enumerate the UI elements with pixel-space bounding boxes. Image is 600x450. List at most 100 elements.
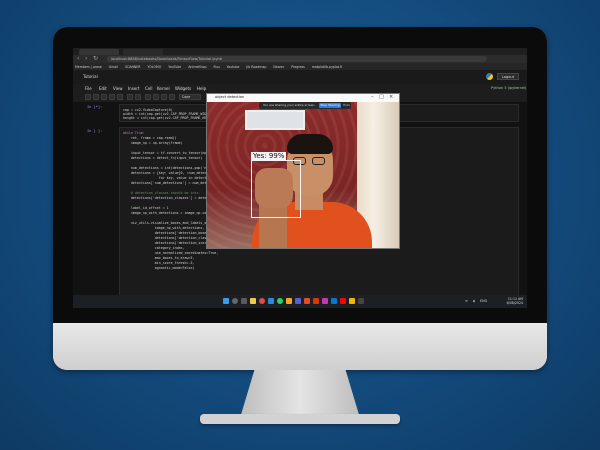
app-icon[interactable] <box>322 298 328 304</box>
detection-bounding-box <box>251 160 301 218</box>
logout-button[interactable]: Logout <box>497 73 519 80</box>
vscode-icon[interactable] <box>331 298 337 304</box>
bookmark-item[interactable]: SCANNER <box>125 65 140 69</box>
paste-icon[interactable] <box>117 94 123 100</box>
bookmark-item[interactable]: YouTube <box>168 65 181 69</box>
bookmark-item[interactable]: Ruu <box>214 65 220 69</box>
code-line: category_index, <box>123 246 185 250</box>
person-hair <box>287 134 333 154</box>
file-explorer-icon[interactable] <box>250 298 256 304</box>
teams-icon[interactable] <box>295 298 301 304</box>
clock-date: 6/08/2024 <box>506 301 523 305</box>
jupyter-icon[interactable] <box>349 298 355 304</box>
bookmark-item[interactable]: Youtube <box>227 65 240 69</box>
kernel-indicator[interactable]: Python 3 (ipykernel) <box>491 86 526 90</box>
back-icon[interactable]: ‹ <box>77 56 79 62</box>
code-line: label_id_offset = 1 <box>123 206 169 210</box>
jupyter-menu-bar: File Edit View Insert Cell Kernel Widget… <box>73 84 527 93</box>
monitor-chin <box>53 323 547 370</box>
move-up-icon[interactable] <box>127 94 133 100</box>
volume-icon[interactable]: ◖ <box>473 299 475 303</box>
code-line: image_np = np.array(frame) <box>123 141 183 145</box>
stop-icon[interactable] <box>153 94 159 100</box>
screen-share-banner: You are sharing your entire screen. Stop… <box>259 102 351 109</box>
menu-insert[interactable]: Insert <box>128 86 139 91</box>
menu-view[interactable]: View <box>113 86 123 91</box>
search-icon[interactable] <box>232 298 238 304</box>
edge-icon[interactable] <box>268 298 274 304</box>
bookmark-item[interactable]: Gmail <box>109 65 118 69</box>
save-icon[interactable] <box>85 94 91 100</box>
cell-prompt: In [*]: <box>87 105 103 109</box>
notebook-title[interactable]: Tutorial <box>83 74 98 79</box>
detection-label: Yes: 99% <box>251 152 287 160</box>
detection-window[interactable]: object detection – □ × Yes: 99% You are … <box>206 93 400 249</box>
taskbar: ≋ ◖ ENG 11:11 AM 6/08/2024 <box>73 295 527 308</box>
copy-icon[interactable] <box>109 94 115 100</box>
wifi-icon[interactable]: ≋ <box>465 299 468 303</box>
maximize-icon[interactable]: □ <box>379 94 384 101</box>
window-title: object detection <box>215 95 245 99</box>
bookmark-item[interactable]: matplotlib.pyplot.fi <box>312 65 342 69</box>
hide-button[interactable]: Hide <box>343 103 350 107</box>
python-logo-icon <box>486 73 493 80</box>
cell-type-select[interactable]: Code <box>179 94 201 100</box>
youtube-icon[interactable] <box>340 298 346 304</box>
menu-widgets[interactable]: Widgets <box>175 86 191 91</box>
language-indicator[interactable]: ENG <box>480 299 487 303</box>
code-line: height = int(cap.get(cv2.CAP_PROP_FRAME_… <box>123 116 219 120</box>
reload-icon[interactable]: ↻ <box>93 56 98 62</box>
url-input[interactable]: localhost:8888/notebooks/Downloads/Tenso… <box>107 56 487 62</box>
close-icon[interactable]: × <box>389 94 393 101</box>
jupyter-header: Tutorial Logout <box>73 70 527 84</box>
code-line: use_normalized_coordinates=True, <box>123 251 219 255</box>
cut-icon[interactable] <box>101 94 107 100</box>
monitor-stand-base <box>200 414 400 424</box>
start-icon[interactable] <box>223 298 229 304</box>
browser-tab-bar <box>73 48 527 55</box>
cell-prompt: In [ ]: <box>87 129 103 133</box>
restart-icon[interactable] <box>161 94 167 100</box>
monitor-stand <box>240 370 360 418</box>
screen: ‹ › ↻ localhost:8888/notebooks/Downloads… <box>73 48 527 308</box>
fast-forward-icon[interactable] <box>169 94 175 100</box>
address-bar-row: ‹ › ↻ localhost:8888/notebooks/Downloads… <box>73 55 527 63</box>
menu-file[interactable]: File <box>85 86 92 91</box>
code-line: min_score_thresh=.5, <box>123 261 195 265</box>
code-line: detections['detection_scores'], <box>123 241 217 245</box>
bookmark-item[interactable]: Jib Roadmap <box>246 65 266 69</box>
terminal-icon[interactable] <box>358 298 364 304</box>
code-line: image_np_with_detections = image_np.copy… <box>123 211 215 215</box>
webcam-feed: Yes: 99% <box>207 102 399 248</box>
bookmark-item[interactable]: YOLOMO <box>148 65 162 69</box>
bookmarks-bar: Members | prose Gmail SCANNER YOLOMO You… <box>73 63 527 70</box>
code-line: detections['detection_boxes'], <box>123 231 215 235</box>
code-line: agnostic_mode=False) <box>123 266 195 270</box>
code-line: max_boxes_to_draw=5, <box>123 256 195 260</box>
chrome-icon[interactable] <box>259 298 265 304</box>
add-cell-icon[interactable] <box>93 94 99 100</box>
bookmark-item[interactable]: Members | prose <box>75 65 102 69</box>
menu-cell[interactable]: Cell <box>145 86 152 91</box>
bookmark-item[interactable]: Nearer <box>273 65 284 69</box>
app-icon[interactable] <box>304 298 310 304</box>
app-icon[interactable] <box>286 298 292 304</box>
run-icon[interactable] <box>145 94 151 100</box>
stop-sharing-button[interactable]: Stop Sharing <box>319 103 341 108</box>
move-down-icon[interactable] <box>135 94 141 100</box>
clock[interactable]: 11:11 AM 6/08/2024 <box>491 297 523 305</box>
menu-edit[interactable]: Edit <box>99 86 107 91</box>
task-view-icon[interactable] <box>241 298 247 304</box>
menu-kernel[interactable]: Kernel <box>157 86 170 91</box>
code-line: while True: <box>123 131 145 135</box>
code-line: ret, frame = cap.read() <box>123 136 177 140</box>
forward-icon[interactable]: › <box>85 56 87 62</box>
code-line: detections = detect_fn(input_tensor) <box>123 156 203 160</box>
office-icon[interactable] <box>313 298 319 304</box>
whatsapp-icon[interactable] <box>277 298 283 304</box>
minimize-icon[interactable]: – <box>371 94 374 101</box>
bookmark-item[interactable]: Progress <box>291 65 305 69</box>
menu-help[interactable]: Help <box>197 86 206 91</box>
bookmark-item[interactable]: AnimeKhop <box>188 65 206 69</box>
code-line: image_np_with_detections, <box>123 226 205 230</box>
